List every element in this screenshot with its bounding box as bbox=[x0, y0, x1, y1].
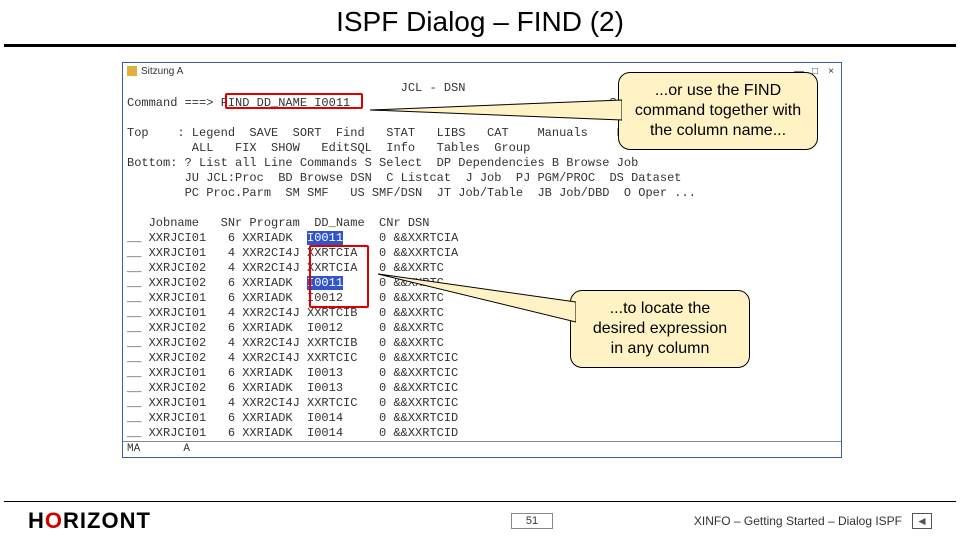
table-row[interactable]: __ XXRJCI01 4 XXR2CI4J XXRTCIA 0 &&XXRTC… bbox=[127, 246, 837, 261]
callout-mid-text: ...to locate thedesired expressionin any… bbox=[583, 299, 737, 359]
footer-rule bbox=[4, 501, 956, 502]
table-row[interactable]: __ XXRJCI01 6 XXRIADK I0013 0 &&XXRTCIC bbox=[127, 366, 837, 381]
footer: HORIZONT 51 XINFO – Getting Started – Di… bbox=[0, 508, 960, 534]
window-title: Sitzung A bbox=[141, 66, 183, 77]
callout-locate: ...to locate thedesired expressionin any… bbox=[570, 290, 750, 368]
table-row[interactable]: __ XXRJCI01 6 XXRIADK I0014 0 &&XXRTCID bbox=[127, 411, 837, 426]
legend-b2: JU JCL:Proc BD Browse DSN C Listcat J Jo… bbox=[127, 171, 837, 186]
page-number: 51 bbox=[511, 513, 553, 529]
footer-right-text: XINFO – Getting Started – Dialog ISPF bbox=[694, 514, 902, 528]
status-indicator: A bbox=[183, 443, 190, 455]
brand-rest: RIZONT bbox=[63, 508, 151, 533]
col-header: Jobname SNr Program DD_Name CNr DSN bbox=[127, 216, 837, 231]
brand-o: O bbox=[45, 508, 63, 533]
table-row[interactable]: __ XXRJCI02 6 XXRIADK I0013 0 &&XXRTCIC bbox=[127, 381, 837, 396]
legend-bot: Bottom: ? List all Line Commands S Selec… bbox=[127, 156, 837, 171]
title-rule bbox=[4, 44, 956, 47]
legend-b3: PC Proc.Parm SM SMF US SMF/DSN JT Job/Ta… bbox=[127, 186, 837, 201]
callout-mid-arrow bbox=[370, 272, 576, 332]
slide-title: ISPF Dialog – FIND (2) bbox=[0, 0, 960, 44]
terminal-statusbar: MA A bbox=[123, 441, 841, 457]
status-ma: MA bbox=[127, 443, 140, 455]
table-row[interactable]: __ XXRJCI01 4 XXR2CI4J XXRTCIC 0 &&XXRTC… bbox=[127, 396, 837, 411]
brand-logo: HORIZONT bbox=[28, 508, 151, 534]
close-button[interactable]: × bbox=[825, 66, 837, 76]
callout-top-arrow bbox=[358, 92, 622, 132]
window-icon bbox=[127, 66, 137, 76]
callout-top-text: ...or use the FINDcommand together witht… bbox=[631, 81, 805, 141]
brand-h: H bbox=[28, 508, 45, 533]
table-row[interactable]: __ XXRJCI01 6 XXRIADK I0011 0 &&XXRTCIA bbox=[127, 231, 837, 246]
nav-prev-icon[interactable]: ◄ bbox=[912, 513, 932, 529]
callout-find-column: ...or use the FINDcommand together witht… bbox=[618, 72, 818, 150]
table-row[interactable]: __ XXRJCI01 6 XXRIADK I0014 0 &&XXRTCID bbox=[127, 426, 837, 441]
